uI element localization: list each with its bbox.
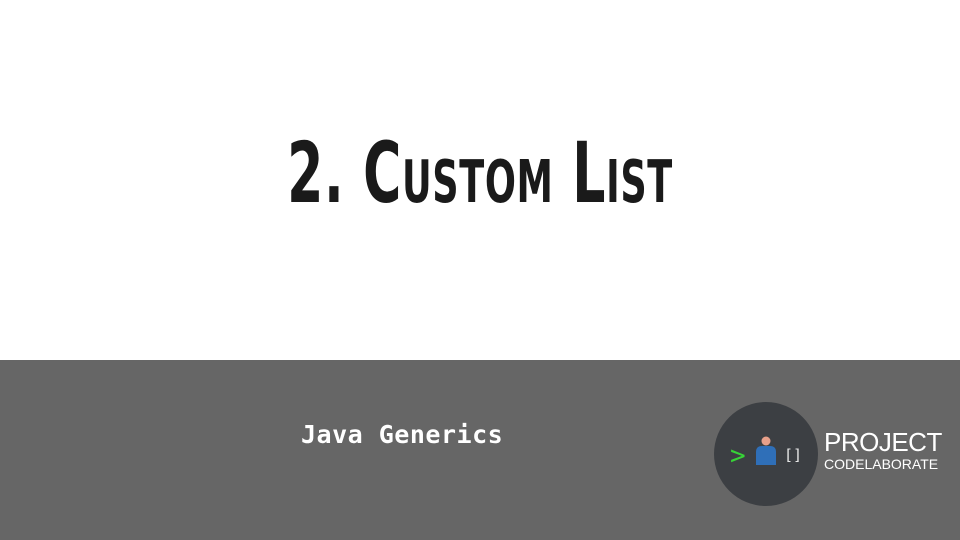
brackets-icon: [] — [784, 446, 802, 464]
prompt-chevron-icon: > — [730, 441, 746, 471]
title-area: 2. Custom List — [0, 0, 960, 360]
logo-word-codelaborate: CODELABORATE — [824, 456, 939, 472]
slide-subtitle: Java Generics — [301, 420, 504, 449]
logo-emblem: > [] — [730, 436, 802, 471]
logo-wordmark: PROJECT CODELABORATE — [824, 428, 942, 472]
logo-word-project: PROJECT — [824, 427, 942, 457]
slide: 2. Custom List Java Generics > [] PROJEC… — [0, 0, 960, 540]
slide-title: 2. Custom List — [287, 124, 673, 222]
project-codelaborate-logo: > [] PROJECT CODELABORATE — [714, 402, 954, 506]
logo-circle: > [] — [714, 402, 818, 506]
person-icon — [756, 436, 776, 465]
